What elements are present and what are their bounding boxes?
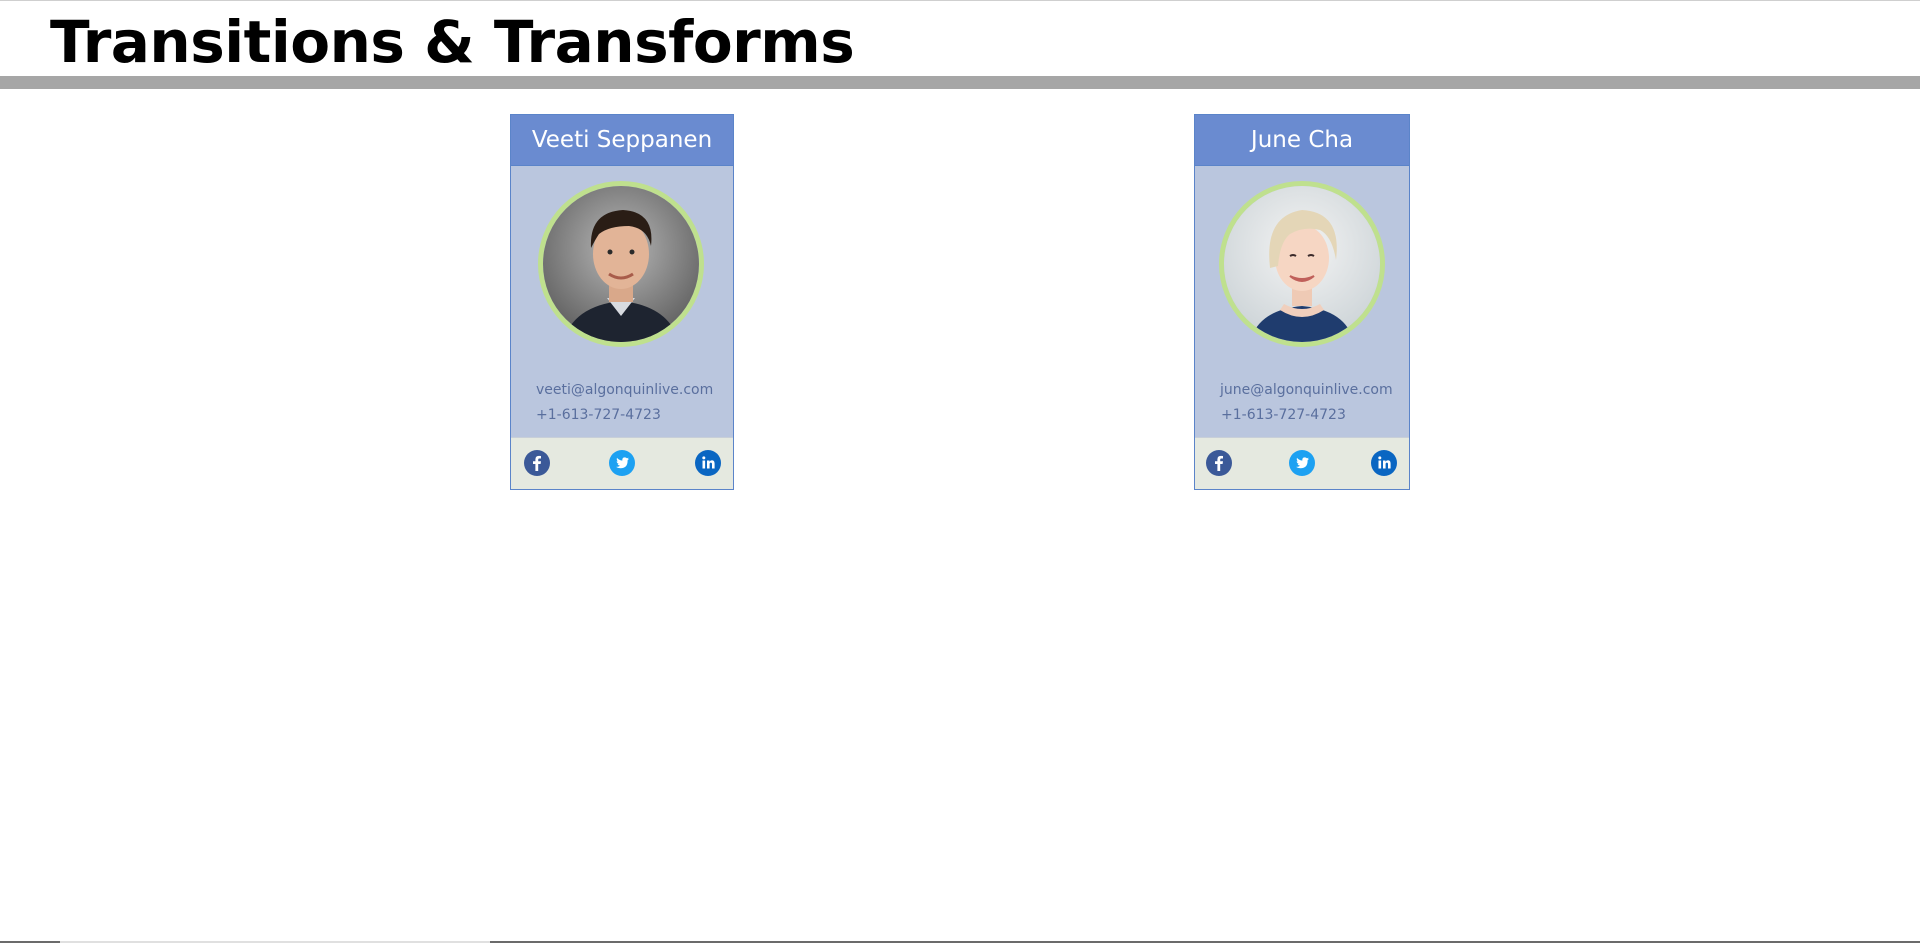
contact-info: june@algonquinlive.com +1-613-727-4723 — [1220, 378, 1393, 428]
phone-text[interactable]: +1-613-727-4723 — [536, 403, 713, 428]
social-footer — [1195, 437, 1409, 489]
avatar — [538, 181, 704, 347]
facebook-icon[interactable] — [524, 450, 550, 476]
profile-card-veeti[interactable]: Veeti Seppanen veeti@algonquinlive.com +… — [510, 114, 734, 490]
avatar — [1219, 181, 1385, 347]
linkedin-icon[interactable] — [1371, 450, 1397, 476]
page-title: Transitions & Transforms — [50, 8, 855, 76]
email-text[interactable]: june@algonquinlive.com — [1220, 378, 1393, 403]
twitter-icon[interactable] — [609, 450, 635, 476]
facebook-icon[interactable] — [1206, 450, 1232, 476]
profile-card-june[interactable]: June Cha june@algonquinlive.com +1-613-7… — [1194, 114, 1410, 490]
linkedin-icon[interactable] — [695, 450, 721, 476]
card-name: Veeti Seppanen — [511, 115, 733, 166]
phone-text[interactable]: +1-613-727-4723 — [1220, 403, 1393, 428]
title-divider — [0, 76, 1920, 89]
avatar-photo — [1224, 186, 1380, 342]
avatar-photo — [543, 186, 699, 342]
card-name: June Cha — [1195, 115, 1409, 166]
top-border — [0, 0, 1920, 1]
contact-info: veeti@algonquinlive.com +1-613-727-4723 — [536, 378, 713, 428]
twitter-icon[interactable] — [1289, 450, 1315, 476]
email-text[interactable]: veeti@algonquinlive.com — [536, 378, 713, 403]
social-footer — [511, 437, 733, 489]
